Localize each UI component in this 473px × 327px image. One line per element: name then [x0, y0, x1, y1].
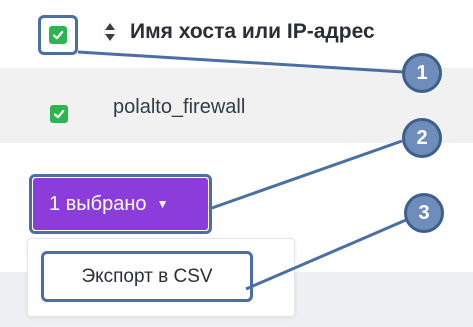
annotation-frame-dropdown — [29, 174, 212, 234]
callout-3: 3 — [404, 193, 444, 233]
hostname-cell[interactable]: polalto_firewall — [113, 96, 245, 119]
column-header-hostname[interactable]: Имя хоста или IP-адрес — [130, 20, 375, 44]
annotation-frame-export — [41, 251, 253, 302]
annotation-frame-checkbox — [38, 15, 78, 55]
callout-2: 2 — [402, 118, 442, 158]
check-icon — [53, 109, 65, 119]
sort-icon[interactable] — [103, 21, 117, 43]
callout-1: 1 — [402, 53, 442, 93]
row-checkbox[interactable] — [50, 105, 68, 123]
